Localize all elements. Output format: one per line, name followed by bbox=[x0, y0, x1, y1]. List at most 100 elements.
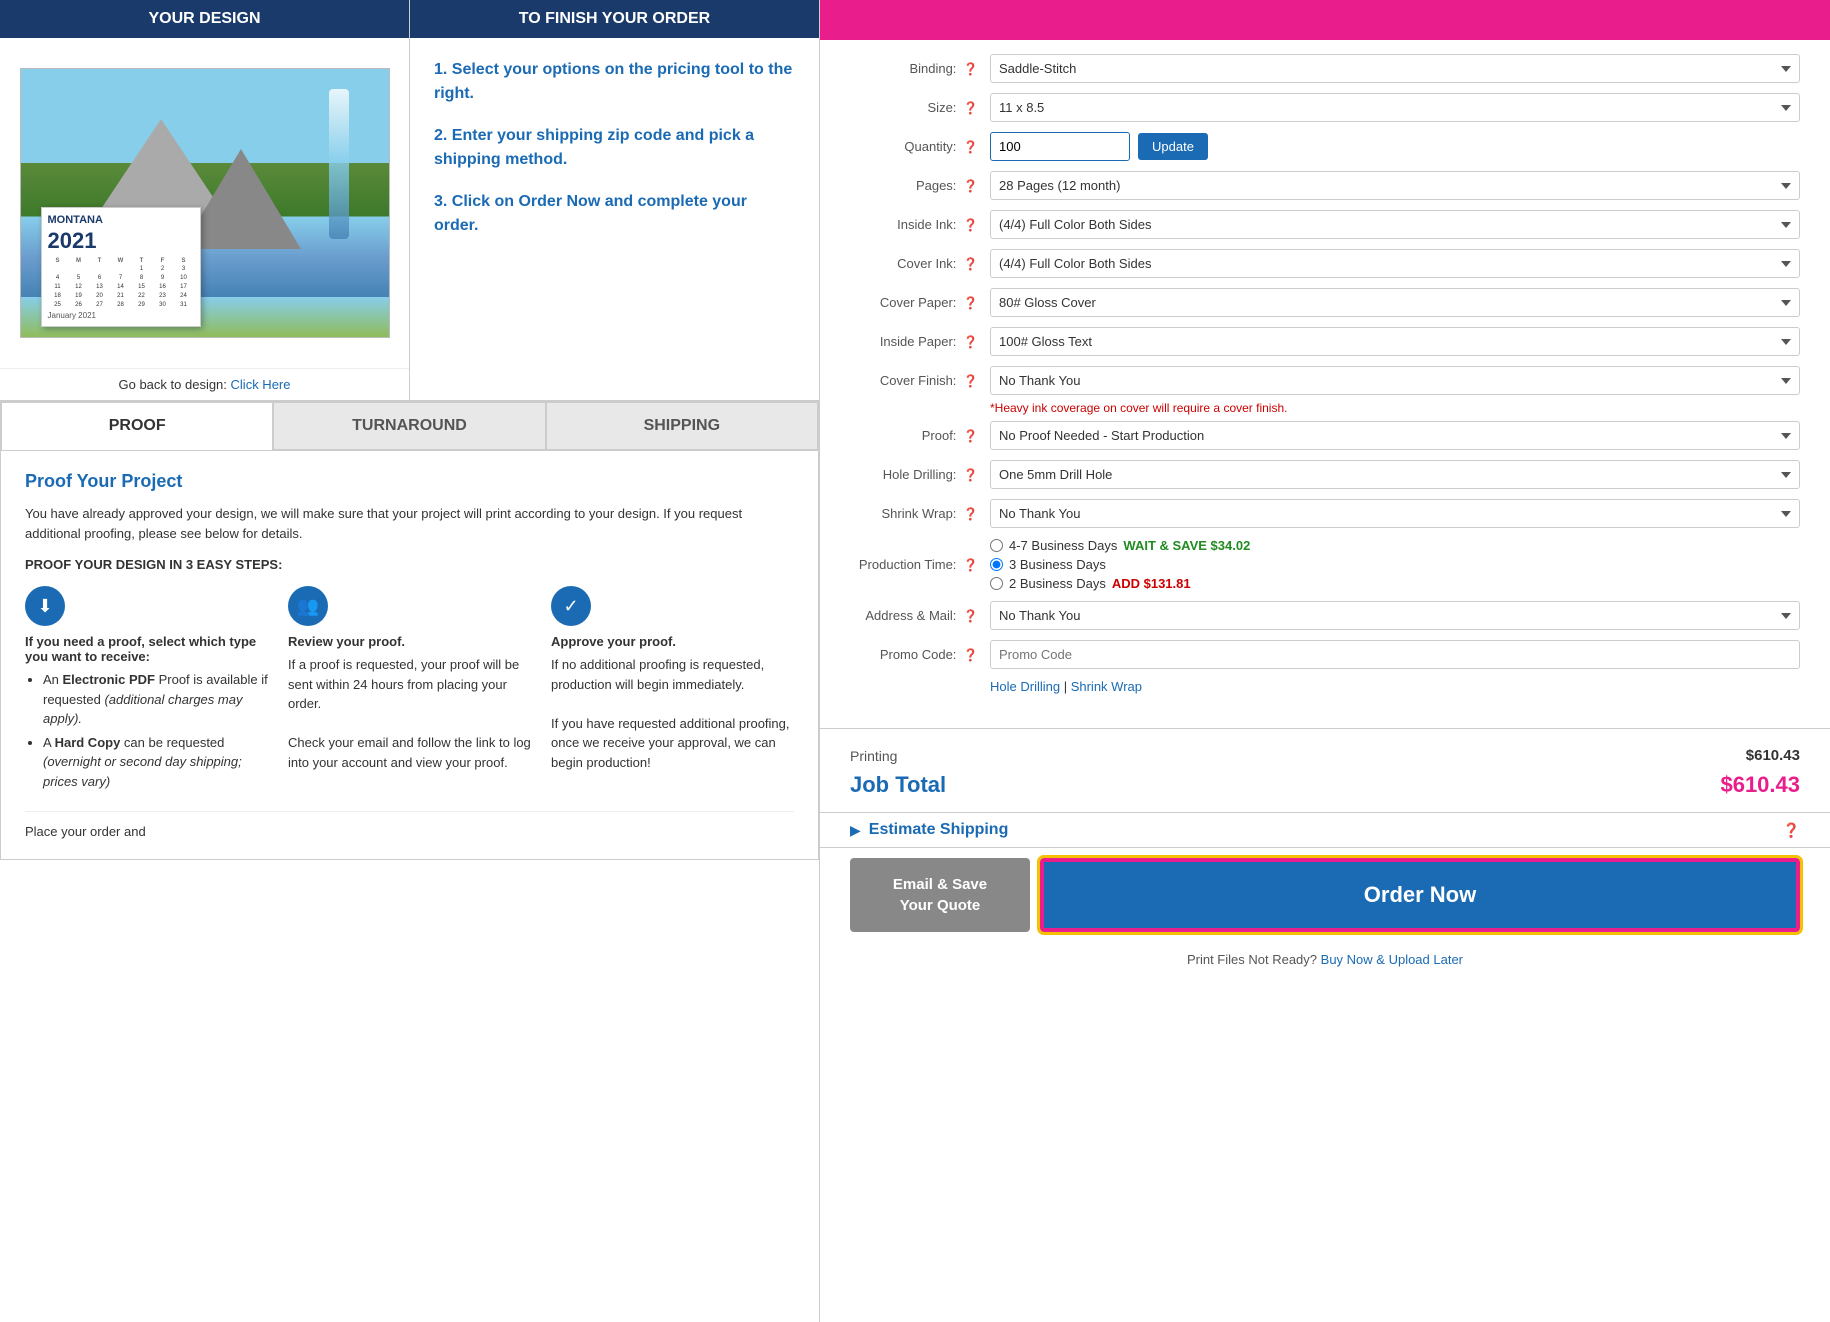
right-panel: Binding: ❓ Saddle-Stitch Size: ❓ 11 x 8.… bbox=[820, 0, 1830, 1322]
size-select[interactable]: 11 x 8.5 bbox=[990, 93, 1800, 122]
shrink-wrap-label: Shrink Wrap: ❓ bbox=[850, 506, 990, 521]
proof-select[interactable]: No Proof Needed - Start Production bbox=[990, 421, 1800, 450]
prod-radio-1[interactable] bbox=[990, 539, 1003, 552]
job-total-value: $610.43 bbox=[1720, 772, 1800, 798]
quantity-help-icon[interactable]: ❓ bbox=[963, 140, 978, 154]
estimate-shipping-label[interactable]: Estimate Shipping bbox=[869, 821, 1009, 839]
proof-tab-content: Proof Your Project You have already appr… bbox=[1, 450, 818, 859]
cal-year: 2021 bbox=[48, 228, 194, 254]
extra-links: Hole Drilling | Shrink Wrap bbox=[990, 679, 1800, 694]
bottom-link-row: Print Files Not Ready? Buy Now & Upload … bbox=[820, 942, 1830, 977]
estimate-arrow-icon: ▶ bbox=[850, 822, 861, 839]
production-time-row: Production Time: ❓ 4-7 Business Days WAI… bbox=[850, 538, 1800, 591]
inside-paper-select[interactable]: 100# Gloss Text bbox=[990, 327, 1800, 356]
cover-paper-select[interactable]: 80# Gloss Cover bbox=[990, 288, 1800, 317]
tabs-section: PROOF TURNAROUND SHIPPING Proof Your Pro… bbox=[0, 401, 819, 860]
step-2-body: If a proof is requested, your proof will… bbox=[288, 655, 531, 772]
prod-radio-2[interactable] bbox=[990, 558, 1003, 571]
cover-ink-select[interactable]: (4/4) Full Color Both Sides bbox=[990, 249, 1800, 278]
hole-drilling-help-icon[interactable]: ❓ bbox=[963, 468, 978, 482]
inside-ink-row: Inside Ink: ❓ (4/4) Full Color Both Side… bbox=[850, 210, 1800, 239]
email-save-button[interactable]: Email & SaveYour Quote bbox=[850, 858, 1030, 932]
cover-ink-row: Cover Ink: ❓ (4/4) Full Color Both Sides bbox=[850, 249, 1800, 278]
step-3-title: Approve your proof. bbox=[551, 634, 794, 649]
size-row: Size: ❓ 11 x 8.5 bbox=[850, 93, 1800, 122]
prod-option-2[interactable]: 3 Business Days bbox=[990, 557, 1800, 572]
update-button[interactable]: Update bbox=[1138, 133, 1208, 160]
prod-option-3[interactable]: 2 Business Days ADD $131.81 bbox=[990, 576, 1800, 591]
your-design-header: YOUR DESIGN bbox=[0, 0, 409, 38]
inside-ink-select[interactable]: (4/4) Full Color Both Sides bbox=[990, 210, 1800, 239]
shrink-wrap-help-icon[interactable]: ❓ bbox=[963, 507, 978, 521]
promo-input[interactable] bbox=[990, 640, 1800, 669]
design-image-area: MONTANA 2021 SMTWTFS 123 45678910 111213… bbox=[0, 38, 409, 368]
cover-ink-help-icon[interactable]: ❓ bbox=[963, 257, 978, 271]
job-total-row: Job Total $610.43 bbox=[850, 768, 1800, 802]
production-time-help-icon[interactable]: ❓ bbox=[963, 558, 978, 572]
go-back-area: Go back to design: Click Here bbox=[0, 368, 409, 400]
cover-finish-label: Cover Finish: ❓ bbox=[850, 373, 990, 388]
cover-finish-warning: *Heavy ink coverage on cover will requir… bbox=[990, 401, 1800, 415]
prod-radio-3[interactable] bbox=[990, 577, 1003, 590]
shrink-wrap-link[interactable]: Shrink Wrap bbox=[1071, 679, 1142, 694]
prod-label-1: 4-7 Business Days bbox=[1009, 538, 1117, 553]
size-label: Size: ❓ bbox=[850, 100, 990, 115]
prod-option-1[interactable]: 4-7 Business Days WAIT & SAVE $34.02 bbox=[990, 538, 1800, 553]
proof-field-label: Proof: ❓ bbox=[850, 428, 990, 443]
top-bar bbox=[820, 0, 1830, 40]
action-row: Email & SaveYour Quote Order Now bbox=[820, 847, 1830, 942]
buy-upload-link[interactable]: Buy Now & Upload Later bbox=[1321, 952, 1463, 967]
form-divider bbox=[820, 728, 1830, 729]
pages-help-icon[interactable]: ❓ bbox=[963, 179, 978, 193]
cover-paper-help-icon[interactable]: ❓ bbox=[963, 296, 978, 310]
cover-finish-help-icon[interactable]: ❓ bbox=[963, 374, 978, 388]
inside-ink-label: Inside Ink: ❓ bbox=[850, 217, 990, 232]
quantity-input[interactable] bbox=[990, 132, 1130, 161]
go-back-link[interactable]: Click Here bbox=[231, 377, 291, 392]
proof-step-1: ⬇ If you need a proof, select which type… bbox=[25, 586, 268, 795]
order-now-button[interactable]: Order Now bbox=[1040, 858, 1800, 932]
pages-select[interactable]: 28 Pages (12 month) bbox=[990, 171, 1800, 200]
go-back-label: Go back to design: bbox=[119, 377, 227, 392]
binding-select[interactable]: Saddle-Stitch bbox=[990, 54, 1800, 83]
link-separator: | bbox=[1064, 679, 1071, 694]
hole-drilling-row: Hole Drilling: ❓ One 5mm Drill Hole bbox=[850, 460, 1800, 489]
inside-paper-help-icon[interactable]: ❓ bbox=[963, 335, 978, 349]
cover-paper-row: Cover Paper: ❓ 80# Gloss Cover bbox=[850, 288, 1800, 317]
hole-drilling-select[interactable]: One 5mm Drill Hole bbox=[990, 460, 1800, 489]
estimate-shipping-row: ▶ Estimate Shipping ❓ bbox=[820, 812, 1830, 847]
hole-drilling-link[interactable]: Hole Drilling bbox=[990, 679, 1060, 694]
address-mail-select[interactable]: No Thank You bbox=[990, 601, 1800, 630]
shrink-wrap-select[interactable]: No Thank You bbox=[990, 499, 1800, 528]
proof-step-2: 👥 Review your proof. If a proof is reque… bbox=[288, 586, 531, 795]
cal-header: MONTANA bbox=[48, 214, 194, 226]
printing-label: Printing bbox=[850, 748, 897, 764]
quantity-label: Quantity: ❓ bbox=[850, 139, 990, 154]
proof-steps: ⬇ If you need a proof, select which type… bbox=[25, 586, 794, 795]
cover-paper-label: Cover Paper: ❓ bbox=[850, 295, 990, 310]
step-1-icon: ⬇ bbox=[25, 586, 65, 626]
tab-proof[interactable]: PROOF bbox=[1, 402, 273, 450]
estimate-help-icon[interactable]: ❓ bbox=[1783, 822, 1800, 839]
address-mail-row: Address & Mail: ❓ No Thank You bbox=[850, 601, 1800, 630]
address-mail-help-icon[interactable]: ❓ bbox=[963, 609, 978, 623]
cover-finish-select[interactable]: No Thank You bbox=[990, 366, 1800, 395]
tab-shipping[interactable]: SHIPPING bbox=[546, 402, 818, 450]
finish-order-content: 1. Select your options on the pricing to… bbox=[410, 38, 819, 276]
address-mail-label: Address & Mail: ❓ bbox=[850, 608, 990, 623]
form-section: Binding: ❓ Saddle-Stitch Size: ❓ 11 x 8.… bbox=[820, 40, 1830, 718]
hole-drilling-label: Hole Drilling: ❓ bbox=[850, 467, 990, 482]
tabs-header: PROOF TURNAROUND SHIPPING bbox=[1, 402, 818, 450]
totals-section: Printing $610.43 Job Total $610.43 bbox=[820, 739, 1830, 812]
promo-code-label: Promo Code: ❓ bbox=[850, 647, 990, 662]
calendar-front: MONTANA 2021 SMTWTFS 123 45678910 111213… bbox=[41, 207, 201, 327]
pages-label: Pages: ❓ bbox=[850, 178, 990, 193]
size-help-icon[interactable]: ❓ bbox=[963, 101, 978, 115]
binding-help-icon[interactable]: ❓ bbox=[963, 62, 978, 76]
proof-step-3: ✓ Approve your proof. If no additional p… bbox=[551, 586, 794, 795]
tab-turnaround[interactable]: TURNAROUND bbox=[273, 402, 545, 450]
proof-help-icon[interactable]: ❓ bbox=[963, 429, 978, 443]
prod-label-2: 3 Business Days bbox=[1009, 557, 1106, 572]
inside-ink-help-icon[interactable]: ❓ bbox=[963, 218, 978, 232]
promo-help-icon[interactable]: ❓ bbox=[963, 648, 978, 662]
